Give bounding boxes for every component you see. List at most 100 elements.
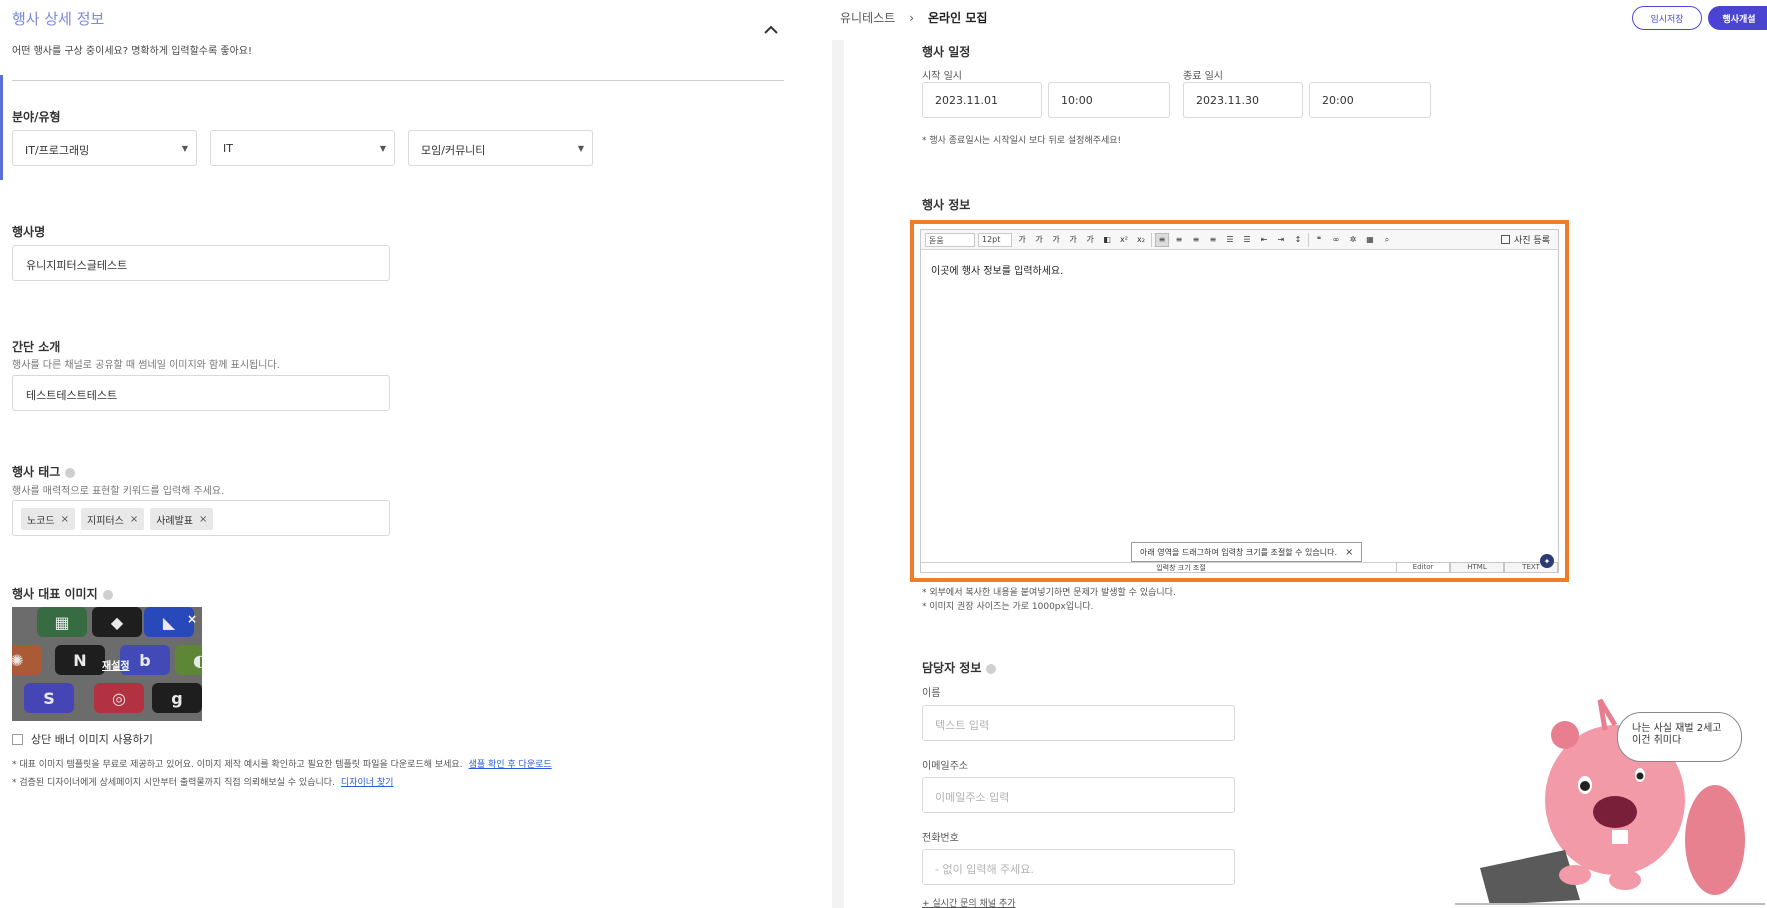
start-datetime-label: 시작 일시 xyxy=(922,71,962,82)
collapse-chevron-up-icon[interactable] xyxy=(762,22,780,36)
editor-highlight-frame: 돋움 12pt 가 가 가 가 가 ◧ x² x₂ ≡ ≡ ≡ ≡ ☰ ☰ ⇤ … xyxy=(910,220,1569,582)
contact-name-input[interactable]: 텍스트 입력 xyxy=(922,705,1235,741)
superscript-icon[interactable]: x² xyxy=(1117,233,1131,247)
shopify-app-icon: ◐ xyxy=(175,645,202,675)
italic-icon[interactable]: 가 xyxy=(1049,233,1063,247)
open-event-button[interactable]: 행사개설 xyxy=(1708,6,1767,30)
category-select-2[interactable]: IT ▼ xyxy=(210,130,395,166)
figma-app-icon: ◆ xyxy=(92,607,142,637)
quote-icon[interactable]: ❝ xyxy=(1312,233,1326,247)
editor-note-2: * 이미지 권장 사이즈는 가로 1000px입니다. xyxy=(922,602,1094,612)
summary-hint: 행사를 다른 채널로 공유할 때 썸네일 이미지와 함께 표시됩니다. xyxy=(12,360,280,371)
scrollbar-track[interactable] xyxy=(832,40,844,908)
rich-text-editor[interactable]: 돋움 12pt 가 가 가 가 가 ◧ x² x₂ ≡ ≡ ≡ ≡ ☰ ☰ ⇤ … xyxy=(920,229,1559,573)
font-size-select[interactable]: 12pt xyxy=(978,232,1012,247)
bold-icon[interactable]: 가 xyxy=(1015,233,1029,247)
tag-chip: 노코드 × xyxy=(21,508,75,530)
caret-down-icon: ▼ xyxy=(181,144,188,153)
subscript-icon[interactable]: x₂ xyxy=(1134,233,1148,247)
category-select-3[interactable]: 모임/커뮤니티 ▼ xyxy=(408,130,593,166)
indent-icon[interactable]: ⇥ xyxy=(1274,233,1288,247)
tab-html[interactable]: HTML xyxy=(1450,562,1504,572)
contact-email-input[interactable]: 이메일주소 입력 xyxy=(922,777,1235,813)
contact-phone-input[interactable]: - 없이 입력해 주세요. xyxy=(922,849,1235,885)
designer-note-text: * 검증된 디자이너에게 상세페이지 시안부터 출력물까지 직접 의뢰해보실 수… xyxy=(12,778,335,788)
sample-download-link[interactable]: 샘플 확인 후 다운로드 xyxy=(469,760,552,770)
ordered-list-icon[interactable]: ☰ xyxy=(1223,233,1237,247)
align-right-icon[interactable]: ≡ xyxy=(1189,233,1203,247)
divider xyxy=(12,80,784,81)
event-name-label: 행사명 xyxy=(12,225,46,239)
special-char-icon[interactable]: ✲ xyxy=(1346,233,1360,247)
editor-resize-handle[interactable]: 입력창 크기 조절 xyxy=(921,562,1441,572)
link-icon[interactable]: ∞ xyxy=(1329,233,1343,247)
remove-tag-icon[interactable]: × xyxy=(199,514,207,525)
banner-checkbox[interactable] xyxy=(12,733,23,745)
end-time-input[interactable]: 20:00 xyxy=(1309,82,1431,118)
caret-down-icon: ▼ xyxy=(379,144,386,153)
banner-checkbox-row[interactable]: 상단 배너 이미지 사용하기 xyxy=(12,731,153,747)
hubspot-app-icon: ✺ xyxy=(12,645,42,675)
contact-phone-label: 전화번호 xyxy=(922,833,959,844)
editor-resize-tooltip: 아래 영역을 드래그하여 입력창 크기를 조절할 수 있습니다. × xyxy=(1131,542,1363,562)
underline-icon[interactable]: 가 xyxy=(1032,233,1046,247)
image-label: 행사 대표 이미지 xyxy=(12,585,113,602)
help-circle-icon[interactable] xyxy=(65,467,76,478)
save-draft-button[interactable]: 임시저장 xyxy=(1632,6,1702,30)
contact-email-label: 이메일주소 xyxy=(922,761,968,772)
highlight-color-icon[interactable]: ◧ xyxy=(1100,233,1114,247)
section-accent-bar xyxy=(0,75,3,180)
event-thumbnail-image[interactable]: ▦ ◆ ◣ ✺ N b ◐ S ◎ g × 재설정 xyxy=(12,607,202,721)
section-title: 행사 상세 정보 xyxy=(12,10,105,28)
breadcrumb-item[interactable]: 유니테스트 xyxy=(840,9,895,26)
align-justify-icon[interactable]: ≡ xyxy=(1206,233,1220,247)
table-icon[interactable]: ▦ xyxy=(1363,233,1377,247)
help-circle-icon[interactable] xyxy=(986,663,997,674)
font-family-select[interactable]: 돋움 xyxy=(925,232,975,247)
editor-assistant-icon[interactable]: ✦ xyxy=(1540,554,1554,568)
find-designer-link[interactable]: 디자이너 찾기 xyxy=(341,778,394,788)
event-info-label: 행사 정보 xyxy=(922,198,971,212)
schedule-label: 행사 일정 xyxy=(922,45,971,59)
start-date-input[interactable]: 2023.11.01 xyxy=(922,82,1042,118)
editor-mode-tabs: Editor HTML TEXT xyxy=(1396,562,1558,572)
section-subtitle: 어떤 행사를 구상 중이세요? 명확하게 입력할수록 좋아요! xyxy=(12,46,252,57)
template-note-text: * 대표 이미지 템플릿을 무료로 제공하고 있어요. 이미지 제작 예시를 확… xyxy=(12,760,463,770)
event-name-input[interactable]: 유니지피터스글테스트 xyxy=(12,245,390,281)
insert-photo-button[interactable]: 사진 등록 xyxy=(1501,233,1550,246)
lifebuoy-app-icon: ◎ xyxy=(94,683,144,713)
template-note: * 대표 이미지 템플릿을 무료로 제공하고 있어요. 이미지 제작 예시를 확… xyxy=(12,757,552,770)
outdent-icon[interactable]: ⇤ xyxy=(1257,233,1271,247)
breadcrumb-current: 온라인 모집 xyxy=(928,11,988,25)
start-time-input[interactable]: 10:00 xyxy=(1048,82,1170,118)
search-icon[interactable]: ⌕ xyxy=(1380,233,1394,247)
bullet-list-icon[interactable]: ☰ xyxy=(1240,233,1254,247)
remove-tag-icon[interactable]: × xyxy=(61,514,69,525)
reset-image-button[interactable]: 재설정 xyxy=(102,657,130,672)
close-icon[interactable]: × xyxy=(1345,547,1353,558)
category-select-1-value: IT/프로그래밍 xyxy=(25,144,90,157)
line-height-icon[interactable]: ↕ xyxy=(1291,233,1305,247)
category-select-1[interactable]: IT/프로그래밍 ▼ xyxy=(12,130,197,166)
category-select-2-value: IT xyxy=(223,142,233,155)
tab-editor[interactable]: Editor xyxy=(1396,562,1450,572)
notion-app-icon: N xyxy=(55,645,105,675)
align-left-icon[interactable]: ≡ xyxy=(1155,232,1169,247)
contact-name-label: 이름 xyxy=(922,688,941,699)
add-channel-link[interactable]: + 실시간 문의 채널 추가 xyxy=(922,896,1016,908)
remove-tag-icon[interactable]: × xyxy=(130,514,138,525)
toolbar-divider xyxy=(1308,232,1309,247)
remove-image-icon[interactable]: × xyxy=(187,612,197,626)
editor-content[interactable]: 이곳에 행사 정보를 입력하세요. xyxy=(921,250,1558,289)
align-center-icon[interactable]: ≡ xyxy=(1172,233,1186,247)
help-circle-icon[interactable] xyxy=(102,589,113,600)
end-date-input[interactable]: 2023.11.30 xyxy=(1183,82,1303,118)
photo-icon xyxy=(1501,235,1511,244)
sheets-app-icon: ▦ xyxy=(37,607,87,637)
event-detail-panel: 행사 상세 정보 어떤 행사를 구상 중이세요? 명확하게 입력할수록 좋아요!… xyxy=(0,0,800,908)
speech-bubble: 나는 사실 재벌 2세고 이건 취미다 xyxy=(1617,712,1742,762)
summary-input[interactable]: 테스트테스트테스트 xyxy=(12,375,390,411)
tags-input[interactable]: 노코드 × 지피터스 × 사례발표 × xyxy=(12,500,390,536)
strikethrough-icon[interactable]: 가 xyxy=(1066,233,1080,247)
text-color-icon[interactable]: 가 xyxy=(1083,233,1097,247)
